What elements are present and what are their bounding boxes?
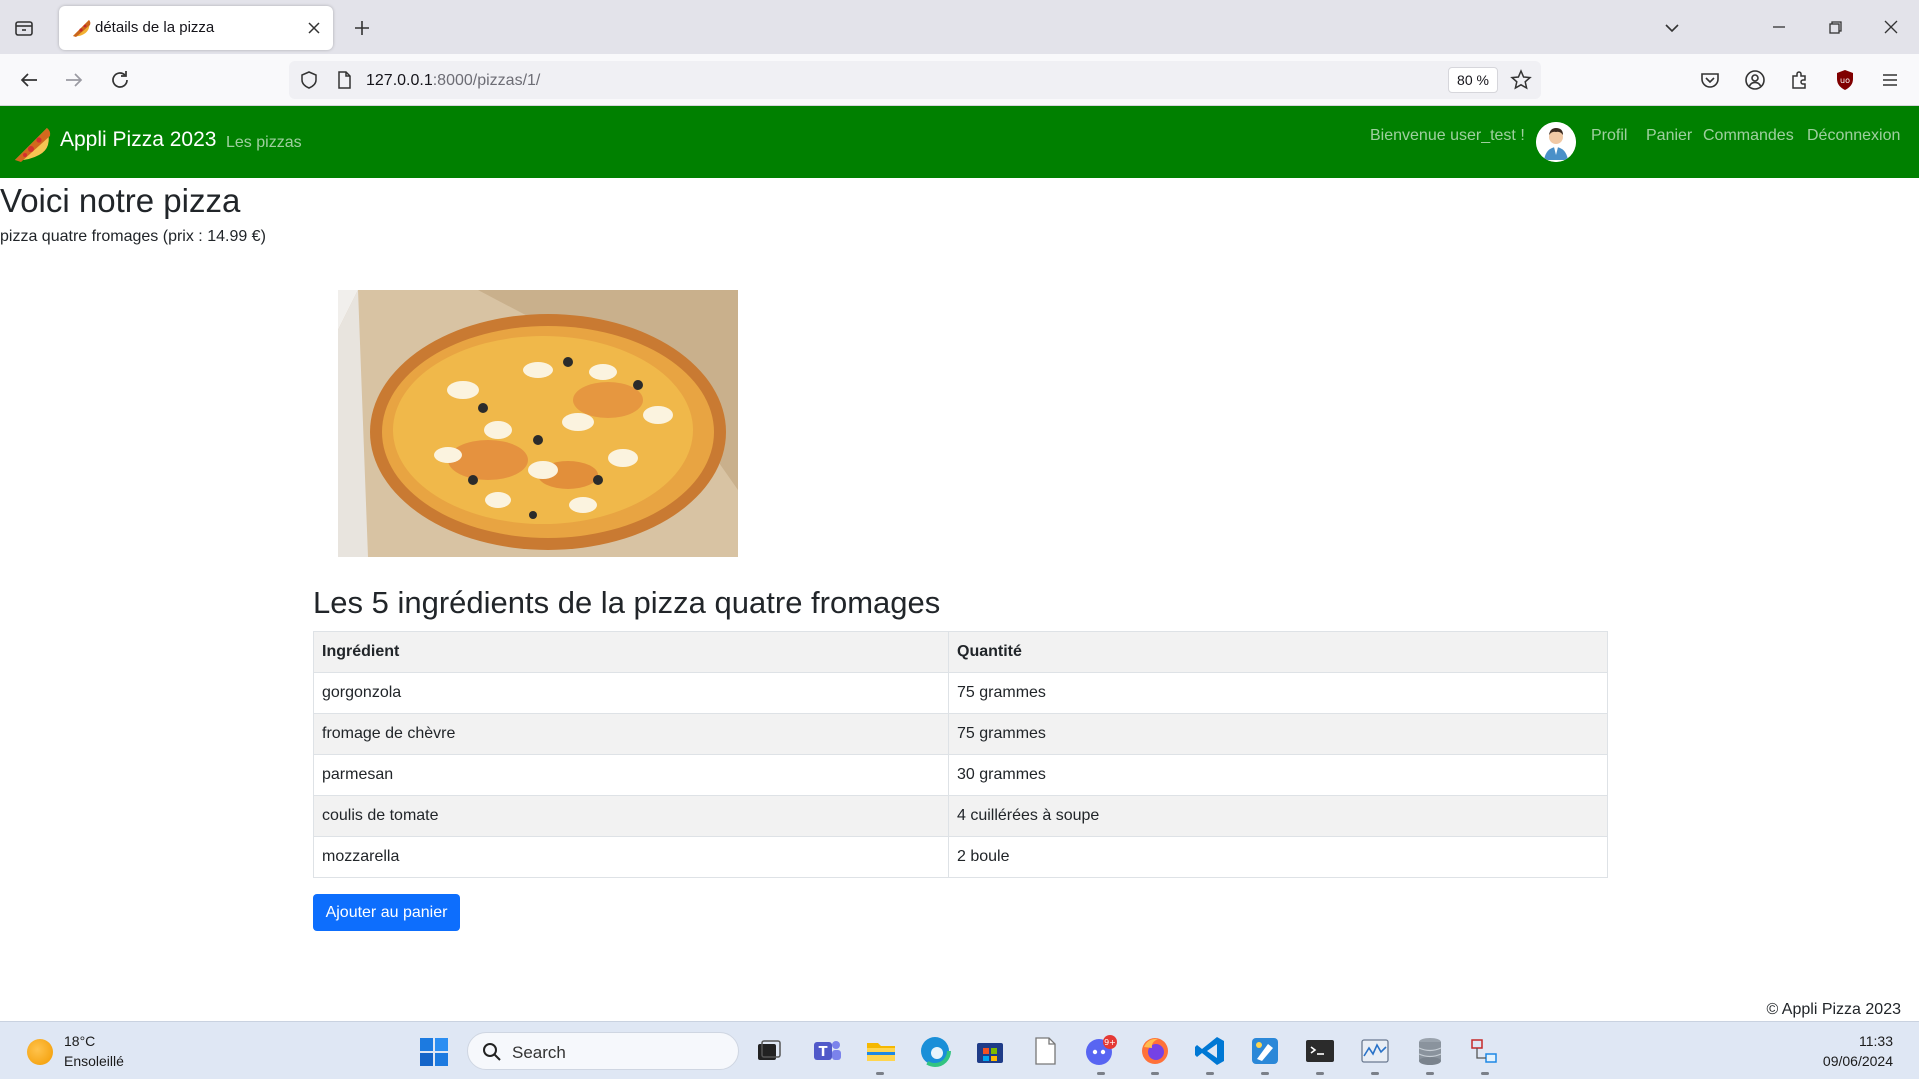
nav-link-commandes[interactable]: Commandes — [1703, 127, 1794, 145]
ingredient-qty: 30 grammes — [948, 754, 1608, 796]
windows-start-icon[interactable] — [419, 1037, 449, 1067]
file-explorer-icon[interactable] — [864, 1034, 898, 1068]
zoom-badge[interactable]: 80 % — [1448, 67, 1498, 93]
running-indicator — [1097, 1072, 1105, 1075]
url-path: :8000/pizzas/1/ — [432, 72, 541, 89]
tab-list-icon[interactable] — [12, 16, 36, 40]
table-row: mozzarella 2 boule — [313, 836, 1608, 878]
chevron-down-icon[interactable] — [1660, 16, 1684, 40]
url-text: 127.0.0.1:8000/pizzas/1/ — [366, 72, 540, 90]
clock-time[interactable]: 11:33 — [1859, 1033, 1893, 1049]
close-tab-icon[interactable] — [304, 18, 324, 38]
task-view-icon[interactable] — [752, 1034, 786, 1068]
bookmark-star-icon[interactable] — [1509, 68, 1533, 92]
reload-icon[interactable] — [108, 68, 132, 92]
search-placeholder: Search — [512, 1043, 566, 1062]
pizza-subtitle: pizza quatre fromages (prix : 14.99 €) — [0, 228, 266, 245]
browser-toolbar: 127.0.0.1:8000/pizzas/1/ 80 % uo — [0, 54, 1919, 106]
ingredient-name: fromage de chèvre — [313, 713, 949, 755]
table-header-row: Ingrédient Quantité — [313, 631, 1608, 673]
running-indicator — [1151, 1072, 1159, 1075]
pizza-favicon-icon — [70, 17, 92, 39]
discord-badge: 9+ — [1104, 1038, 1116, 1047]
avatar[interactable] — [1536, 122, 1576, 162]
nav-link-pizzas[interactable]: Les pizzas — [226, 134, 302, 152]
ingredient-qty: 4 cuillérées à soupe — [948, 795, 1608, 837]
new-tab-icon[interactable] — [350, 16, 374, 40]
running-indicator — [1206, 1072, 1214, 1075]
running-indicator — [1481, 1072, 1489, 1075]
network-tool-icon[interactable] — [1468, 1034, 1502, 1068]
ingredients-title: Les 5 ingrédients de la pizza quatre fro… — [313, 585, 941, 620]
browser-tab-active[interactable]: détails de la pizza — [59, 6, 333, 50]
weather-description[interactable]: Ensoleillé — [64, 1053, 124, 1069]
table-row: coulis de tomate 4 cuillérées à soupe — [313, 795, 1608, 837]
page-icon[interactable] — [333, 69, 355, 91]
ingredient-name: gorgonzola — [313, 672, 949, 714]
extensions-icon[interactable] — [1788, 68, 1812, 92]
tab-title: détails de la pizza — [95, 19, 215, 36]
ublock-icon[interactable]: uo — [1833, 68, 1857, 92]
pizza-logo-icon[interactable] — [11, 122, 53, 164]
paint-icon[interactable] — [1248, 1034, 1282, 1068]
ingredient-name: parmesan — [313, 754, 949, 796]
weather-temperature[interactable]: 18°C — [64, 1033, 95, 1049]
add-to-cart-button[interactable]: Ajouter au panier — [313, 894, 460, 931]
forward-arrow-icon[interactable] — [62, 68, 86, 92]
back-arrow-icon[interactable] — [17, 68, 41, 92]
taskbar: 18°C Ensoleillé Search T 9+ 11:33 09/06/… — [0, 1021, 1919, 1079]
terminal-icon[interactable] — [1303, 1034, 1337, 1068]
edge-icon[interactable] — [918, 1034, 952, 1068]
ingredient-qty: 75 grammes — [948, 713, 1608, 755]
shield-icon[interactable] — [298, 69, 320, 91]
restore-icon[interactable] — [1822, 14, 1848, 40]
pizza-image — [338, 290, 738, 557]
pocket-icon[interactable] — [1698, 68, 1722, 92]
sun-icon[interactable] — [27, 1039, 53, 1065]
ingredient-name: coulis de tomate — [313, 795, 949, 837]
site-navbar: Appli Pizza 2023 Les pizzas Bienvenue us… — [0, 106, 1919, 178]
ingredient-qty: 75 grammes — [948, 672, 1608, 714]
close-window-icon[interactable] — [1878, 14, 1904, 40]
running-indicator — [876, 1072, 884, 1075]
notepad-icon[interactable] — [1028, 1034, 1062, 1068]
welcome-text: Bienvenue user_test ! — [1370, 127, 1525, 144]
running-indicator — [1261, 1072, 1269, 1075]
column-header-quantity: Quantité — [948, 631, 1608, 673]
vscode-icon[interactable] — [1193, 1034, 1227, 1068]
clock-date[interactable]: 09/06/2024 — [1823, 1053, 1893, 1069]
discord-icon[interactable]: 9+ — [1084, 1034, 1118, 1068]
url-host: 127.0.0.1 — [366, 72, 433, 89]
running-indicator — [1426, 1072, 1434, 1075]
performance-monitor-icon[interactable] — [1358, 1034, 1392, 1068]
browser-tab-strip: détails de la pizza — [0, 0, 1919, 54]
table-row: gorgonzola 75 grammes — [313, 672, 1608, 714]
firefox-icon[interactable] — [1138, 1034, 1172, 1068]
taskbar-search[interactable]: Search — [467, 1032, 739, 1070]
table-row: fromage de chèvre 75 grammes — [313, 713, 1608, 755]
table-row: parmesan 30 grammes — [313, 754, 1608, 796]
ingredient-qty: 2 boule — [948, 836, 1608, 878]
running-indicator — [1371, 1072, 1379, 1075]
store-icon[interactable] — [973, 1034, 1007, 1068]
nav-link-panier[interactable]: Panier — [1646, 127, 1692, 145]
brand-name[interactable]: Appli Pizza 2023 — [60, 128, 216, 152]
ingredients-table: Ingrédient Quantité gorgonzola 75 gramme… — [313, 631, 1608, 878]
svg-text:uo: uo — [1840, 76, 1850, 85]
nav-link-deconnexion[interactable]: Déconnexion — [1807, 127, 1900, 145]
account-icon[interactable] — [1743, 68, 1767, 92]
page-title: Voici notre pizza — [0, 182, 241, 219]
teams-icon[interactable]: T — [810, 1034, 844, 1068]
search-icon — [482, 1042, 502, 1062]
running-indicator — [1316, 1072, 1324, 1075]
svg-text:T: T — [819, 1045, 828, 1060]
hamburger-menu-icon[interactable] — [1878, 68, 1902, 92]
database-icon[interactable] — [1413, 1034, 1447, 1068]
url-bar[interactable]: 127.0.0.1:8000/pizzas/1/ 80 % — [289, 61, 1541, 99]
ingredient-name: mozzarella — [313, 836, 949, 878]
footer-copyright: © Appli Pizza 2023 — [1766, 1001, 1901, 1018]
nav-link-profil[interactable]: Profil — [1591, 127, 1627, 145]
column-header-ingredient: Ingrédient — [313, 631, 949, 673]
minimize-icon[interactable] — [1766, 14, 1792, 40]
